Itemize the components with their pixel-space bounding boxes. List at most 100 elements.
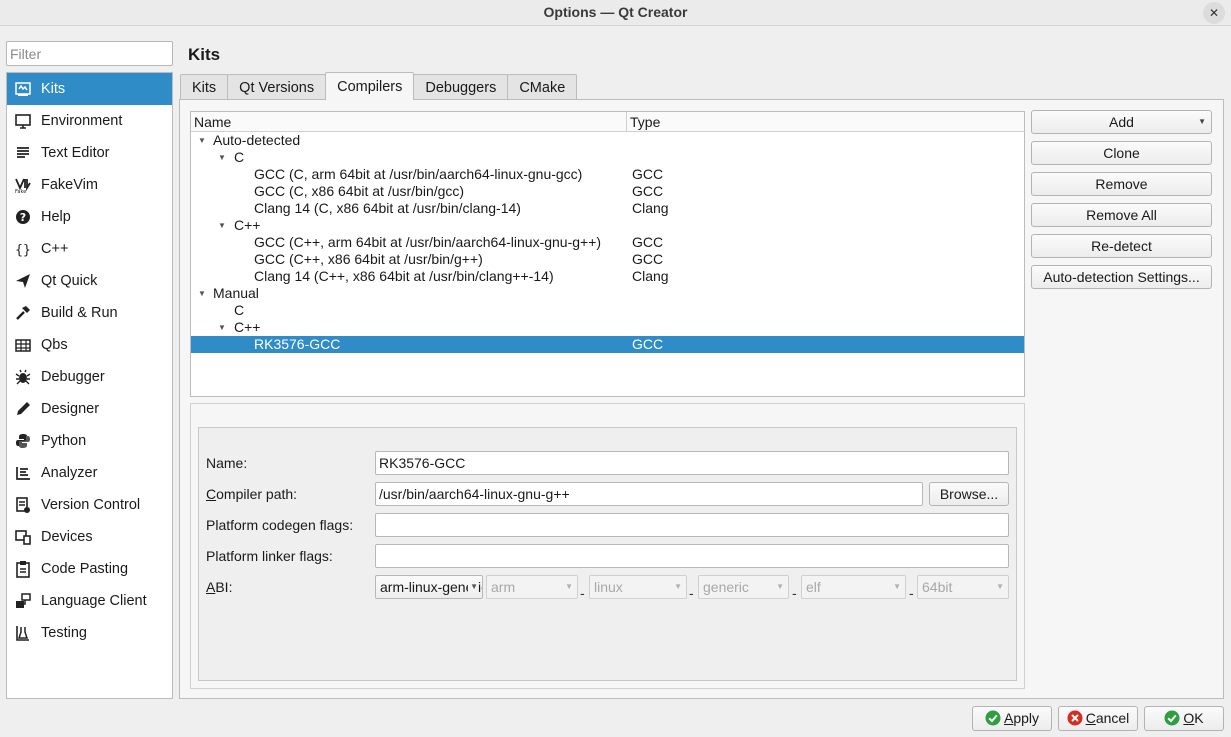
column-header-name[interactable]: Name [191,112,627,131]
linker-flags-field[interactable] [375,544,1009,568]
tree-group-row[interactable]: ▼ C [191,149,1024,166]
compiler-path-field[interactable]: /usr/bin/aarch64-linux-gnu-g++ [375,482,923,506]
hammer-icon [13,303,33,323]
tree-row-name: Auto-detected [213,132,301,148]
sidebar-item-kits[interactable]: Kits [7,73,172,105]
sidebar-item-code-pasting[interactable]: Code Pasting [7,553,172,585]
remove-button[interactable]: Remove [1031,172,1212,196]
kits-icon [13,79,33,99]
abi-architecture-select: arm ▼ [486,575,578,599]
tab-cmake[interactable]: CMake [507,74,578,100]
tree-body: ▼ Auto-detected ▼ C GCC (C, arm 64bit at /us… [191,132,1024,353]
tree-row-type: GCC [632,251,664,267]
sidebar-item-c[interactable]: {} C++ [7,233,172,265]
language-client-icon [13,591,33,611]
browse-button[interactable]: Browse... [929,482,1009,506]
name-field[interactable]: RK3576-GCC [375,451,1009,475]
abi-flavor-value: generic [703,579,749,595]
cancel-label: ancel [1095,710,1130,726]
compiler-tree[interactable]: Name Type ▼ Auto-detected ▼ C GCC (C, arm 64… [190,111,1025,397]
tree-compiler-row[interactable]: GCC (C++, arm 64bit at /usr/bin/aarch64-… [191,234,1024,251]
tab-compilers[interactable]: Compilers [325,72,415,100]
sidebar-item-label: Debugger [41,369,105,385]
sidebar-item-label: Devices [41,529,93,545]
tab-debuggers[interactable]: Debuggers [413,74,509,100]
sidebar-item-devices[interactable]: Devices [7,521,172,553]
tree-row-name: Manual [213,285,259,301]
sidebar-item-environment[interactable]: Environment [7,105,172,137]
pencil-icon [13,399,33,419]
tree-compiler-row[interactable]: Clang 14 (C++, x86 64bit at /usr/bin/cla… [191,268,1024,285]
cancel-mnemonic: C [1085,710,1096,726]
tree-group-row[interactable]: ▼ Manual [191,285,1024,302]
tree-header: Name Type [191,112,1024,132]
tree-row-type: GCC [632,234,664,250]
tree-row-name: GCC (C, arm 64bit at /usr/bin/aarch64-li… [254,166,583,182]
abi-format-value: elf [806,579,821,595]
sidebar-item-label: Testing [41,625,87,641]
tab-kits[interactable]: Kits [180,74,229,100]
redetect-button[interactable]: Re-detect [1031,234,1212,258]
chevron-down-icon: ▼ [672,576,682,598]
sidebar-item-label: Build & Run [41,305,118,321]
sidebar-item-help[interactable]: ? Help [7,201,172,233]
column-header-type[interactable]: Type [627,112,1024,131]
analyzer-icon [13,463,33,483]
sidebar-item-debugger[interactable]: Debugger [7,361,172,393]
sidebar-item-qt-quick[interactable]: Qt Quick [7,265,172,297]
tree-group-row[interactable]: ▼ C++ [191,319,1024,336]
tree-row-name: Clang 14 (C++, x86 64bit at /usr/bin/cla… [254,268,554,284]
cancel-button[interactable]: Cancel [1058,706,1138,731]
cancel-circle-icon [1067,710,1083,726]
braces-icon: {} [13,239,33,259]
expand-arrow-icon[interactable]: ▼ [197,285,207,302]
tree-row-name: C [234,149,245,165]
add-button[interactable]: Add ▼ [1031,110,1212,134]
chevron-down-icon: ▼ [468,576,478,598]
linker-flags-label: Platform linker flags: [206,548,333,564]
sidebar-item-designer[interactable]: Designer [7,393,172,425]
filter-input[interactable] [6,41,173,66]
tree-compiler-row[interactable]: GCC (C, x86 64bit at /usr/bin/gcc) GCC [191,183,1024,200]
sidebar-item-testing[interactable]: Testing [7,617,172,649]
tree-group-row[interactable]: C [191,302,1024,319]
ok-button[interactable]: OK [1144,706,1224,731]
sidebar-item-qbs[interactable]: Qbs [7,329,172,361]
version-control-icon [13,495,33,515]
devices-icon [13,527,33,547]
dropdown-arrow-icon: ▼ [1198,117,1206,126]
sidebar-item-text-editor[interactable]: Text Editor [7,137,172,169]
expand-arrow-icon[interactable]: ▼ [217,149,227,166]
abi-os-value: linux [594,579,623,595]
sidebar-item-label: Kits [41,81,66,97]
tab-qt-versions[interactable]: Qt Versions [227,74,327,100]
codegen-flags-field[interactable] [375,513,1009,537]
clipboard-icon [13,559,33,579]
sidebar-item-analyzer[interactable]: Analyzer [7,457,172,489]
tree-row-type: GCC [632,166,664,182]
sidebar-item-python[interactable]: Python [7,425,172,457]
expand-arrow-icon[interactable]: ▼ [217,319,227,336]
abi-select[interactable]: arm-linux-generic-elf-64bit ▼ [375,575,483,599]
remove-all-button[interactable]: Remove All [1031,203,1212,227]
close-icon[interactable]: ✕ [1203,2,1225,24]
sidebar-item-version-control[interactable]: Version Control [7,489,172,521]
sidebar-item-language-client[interactable]: Language Client [7,585,172,617]
expand-arrow-icon[interactable]: ▼ [197,132,207,149]
tree-compiler-row[interactable]: Clang 14 (C, x86 64bit at /usr/bin/clang… [191,200,1024,217]
qbs-icon [13,335,33,355]
sidebar-item-build-run[interactable]: Build & Run [7,297,172,329]
tree-compiler-row[interactable]: GCC (C++, x86 64bit at /usr/bin/g++) GCC [191,251,1024,268]
tree-group-row[interactable]: ▼ Auto-detected [191,132,1024,149]
sidebar-item-fakevim[interactable]: Fake FakeVim [7,169,172,201]
sidebar-item-label: Qbs [41,337,68,353]
tree-compiler-row[interactable]: RK3576-GCC GCC [191,336,1024,353]
apply-button[interactable]: Apply [972,706,1052,731]
tree-row-name: GCC (C++, x86 64bit at /usr/bin/g++) [254,251,483,267]
tree-compiler-row[interactable]: GCC (C, arm 64bit at /usr/bin/aarch64-li… [191,166,1024,183]
auto-detection-settings-button[interactable]: Auto-detection Settings... [1031,265,1212,289]
svg-text:Fake: Fake [15,189,26,194]
expand-arrow-icon[interactable]: ▼ [217,217,227,234]
tree-group-row[interactable]: ▼ C++ [191,217,1024,234]
clone-button[interactable]: Clone [1031,141,1212,165]
